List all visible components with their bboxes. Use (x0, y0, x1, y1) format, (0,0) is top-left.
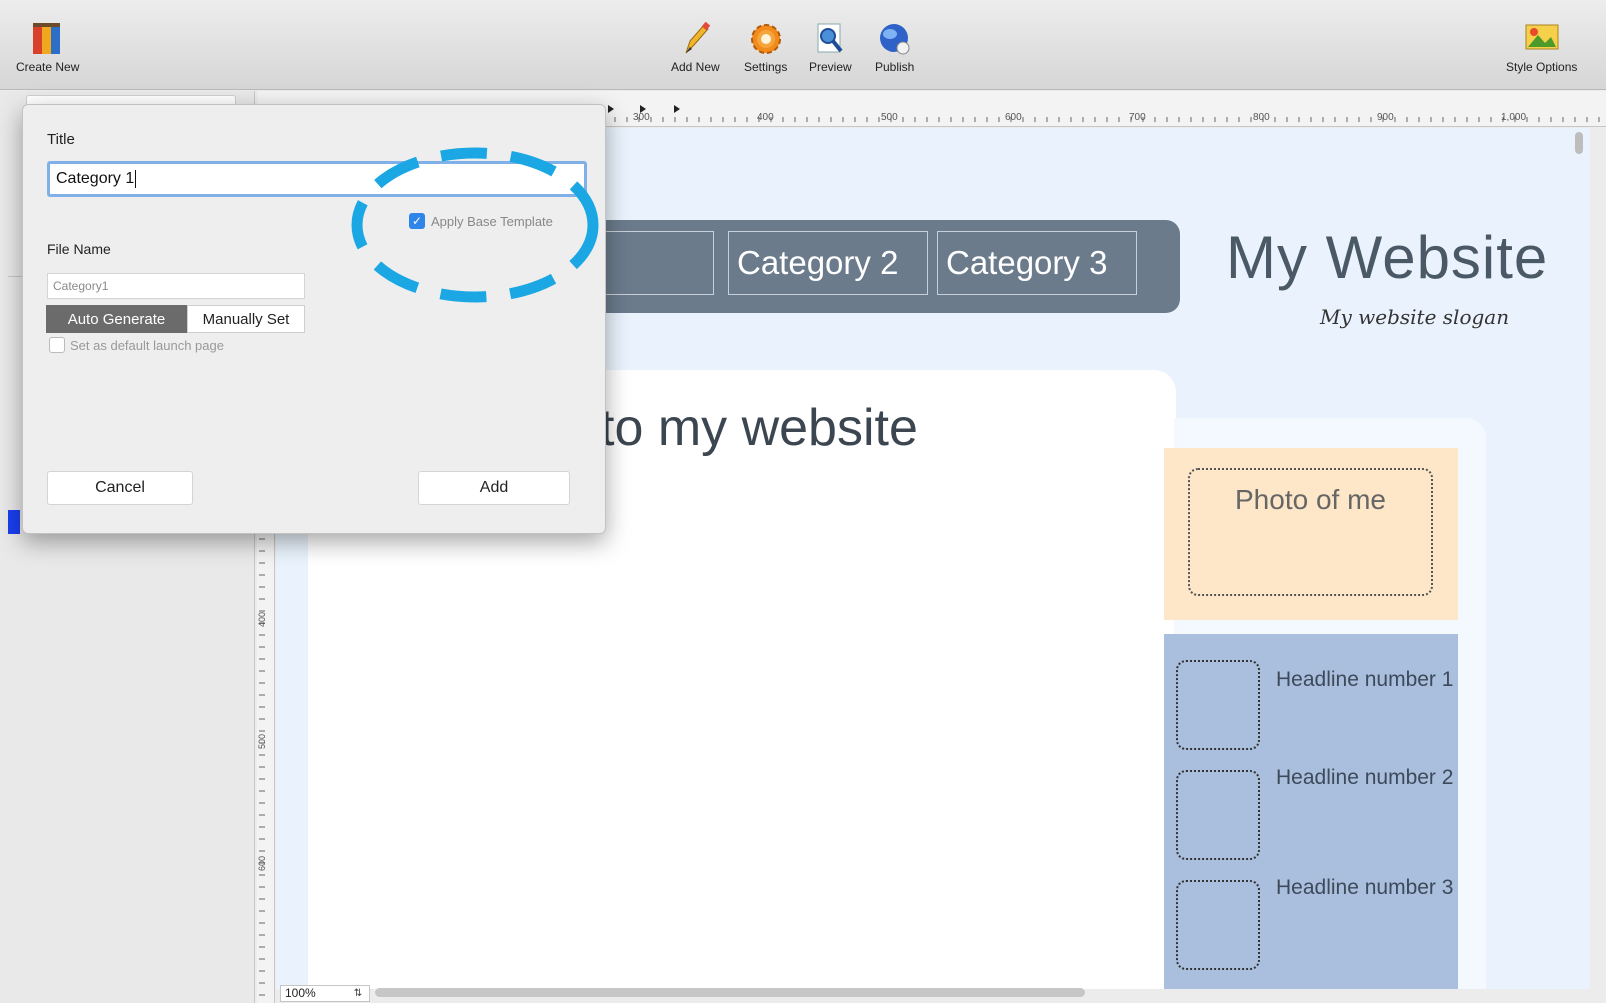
settings-button[interactable]: Settings (744, 20, 787, 74)
pencil-icon (676, 20, 714, 58)
zoom-stepper-icon[interactable]: ⇅ (350, 986, 366, 1001)
headline-thumbnail[interactable] (1176, 880, 1260, 970)
auto-generate-button[interactable]: Auto Generate (46, 305, 187, 333)
photo-placeholder[interactable]: Photo of me (1188, 468, 1433, 596)
settings-label: Settings (744, 60, 788, 74)
ruler-label: 300 (633, 112, 650, 123)
ruler-label: 400 (257, 612, 267, 627)
ruler-label: 500 (257, 734, 267, 749)
headline-1[interactable]: Headline number 1 (1276, 668, 1453, 692)
horizontal-scrollbar[interactable] (375, 988, 1085, 997)
default-launch-checkbox[interactable]: Set as default launch page (49, 337, 224, 353)
toolbar: Create New Add New Settings Preview Publ… (0, 0, 1606, 90)
default-launch-label: Set as default launch page (70, 337, 224, 353)
style-options-button[interactable]: Style Options (1506, 20, 1577, 74)
headline-3[interactable]: Headline number 3 (1276, 876, 1453, 900)
nav-tab-category-3[interactable]: Category 3 (937, 231, 1137, 295)
create-new-button[interactable]: Create New (16, 20, 79, 74)
vertical-scrollbar[interactable] (1575, 132, 1583, 154)
welcome-heading[interactable]: to my website (600, 398, 918, 458)
apply-base-template-label: Apply Base Template (431, 213, 553, 229)
ruler-label: 400 (757, 112, 774, 123)
headline-thumbnail[interactable] (1176, 660, 1260, 750)
publish-button[interactable]: Publish (875, 20, 914, 74)
title-input[interactable]: Category 1 (47, 161, 587, 197)
add-new-button[interactable]: Add New (671, 20, 720, 74)
app-window: Create New Add New Settings Preview Publ… (0, 0, 1606, 1003)
add-new-label: Add New (671, 60, 720, 74)
checkmark-icon: ✓ (409, 213, 425, 229)
ruler-label: 700 (1129, 112, 1146, 123)
ruler-label: 1,000 (1501, 112, 1526, 123)
site-slogan[interactable]: My website slogan (1320, 305, 1509, 329)
ruler-label: 600 (1005, 112, 1022, 123)
headline-2[interactable]: Headline number 2 (1276, 766, 1453, 790)
preview-magnifier-icon (811, 20, 849, 58)
file-name-label: File Name (47, 241, 111, 257)
gear-icon (747, 20, 785, 58)
photo-block[interactable]: Photo of me (1164, 448, 1458, 620)
photo-label: Photo of me (1235, 484, 1386, 515)
publish-label: Publish (875, 60, 915, 74)
headlines-block[interactable]: Headline number 1 Headline number 2 Head… (1164, 634, 1458, 989)
file-name-input[interactable]: Category1 (47, 273, 305, 299)
ruler-label: 800 (1253, 112, 1270, 123)
add-page-dialog: Title Category 1 ✓ Apply Base Template F… (22, 104, 606, 534)
preview-button[interactable]: Preview (809, 20, 852, 74)
style-options-label: Style Options (1506, 60, 1578, 74)
apply-base-template-checkbox[interactable]: ✓ Apply Base Template (409, 213, 553, 229)
add-button[interactable]: Add (418, 471, 570, 505)
ruler-label: 900 (1377, 112, 1394, 123)
nav-tab-category-2[interactable]: Category 2 (728, 231, 928, 295)
manually-set-button[interactable]: Manually Set (187, 305, 305, 333)
books-icon (29, 20, 67, 58)
ruler-label: 500 (881, 112, 898, 123)
checkbox-box (49, 337, 65, 353)
title-label: Title (47, 131, 75, 148)
headline-thumbnail[interactable] (1176, 770, 1260, 860)
preview-label: Preview (809, 60, 852, 74)
text-caret (135, 169, 137, 188)
globe-icon (876, 20, 914, 58)
selected-page-marker[interactable] (8, 510, 20, 534)
cancel-button[interactable]: Cancel (47, 471, 193, 505)
tab-stop-marker[interactable] (608, 105, 614, 113)
ruler-label: 600 (257, 856, 267, 871)
site-title[interactable]: My Website (1226, 223, 1548, 292)
tab-stop-marker[interactable] (674, 105, 680, 113)
create-new-label: Create New (16, 60, 80, 74)
style-palette-icon (1523, 20, 1561, 58)
